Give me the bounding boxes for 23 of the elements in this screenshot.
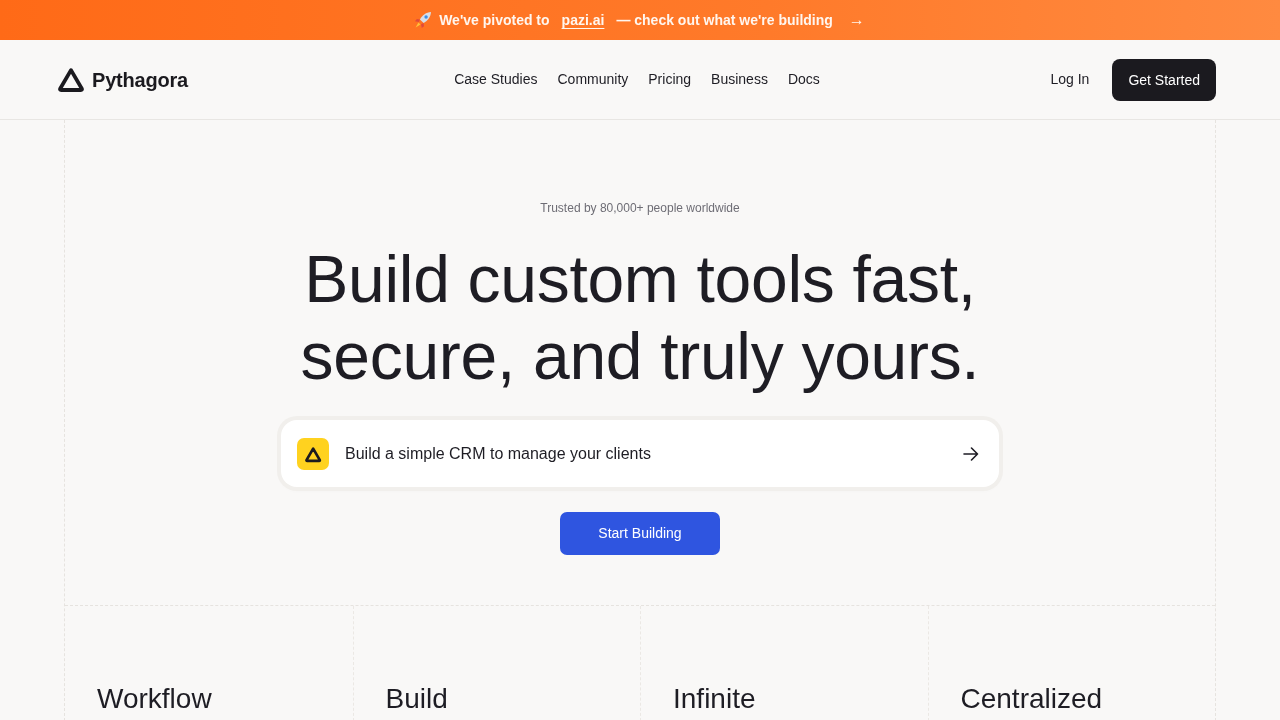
nav-link[interactable]: Business bbox=[711, 69, 768, 90]
nav-link[interactable]: Docs bbox=[787, 69, 820, 90]
nav-link[interactable]: Pricing bbox=[648, 69, 692, 90]
logo-icon bbox=[297, 437, 329, 470]
arrow-text: → bbox=[848, 10, 865, 30]
tagline-text: Trusted by 80,000+ people worldwide bbox=[540, 200, 740, 217]
logo-icon bbox=[58, 67, 84, 92]
announcement-text: — check out what we're building bbox=[616, 10, 833, 30]
get-started-button[interactable]: Get Started bbox=[1112, 58, 1216, 101]
announcement-text: We've pivoted to bbox=[439, 10, 550, 30]
prompt-input[interactable]: Build a simple CRM to manage your clients bbox=[345, 441, 963, 466]
nav-link[interactable]: Case Studies bbox=[454, 69, 538, 90]
feature-title: Centralized bbox=[960, 682, 1103, 716]
brand-name: Pythagora bbox=[92, 67, 188, 93]
start-building-button[interactable]: Start Building bbox=[560, 512, 720, 555]
login-link[interactable]: Log In bbox=[1050, 69, 1090, 90]
arrow-right-icon[interactable] bbox=[963, 446, 979, 461]
feature-title: Infinite bbox=[673, 682, 756, 716]
nav-link[interactable]: Community bbox=[557, 69, 629, 90]
feature-title: Workflow bbox=[97, 682, 212, 716]
feature-title: Build bbox=[385, 682, 448, 716]
rocket-icon bbox=[415, 12, 432, 28]
hero-headline: Build custom tools fast, secure, and truly yours. bbox=[299, 241, 981, 395]
